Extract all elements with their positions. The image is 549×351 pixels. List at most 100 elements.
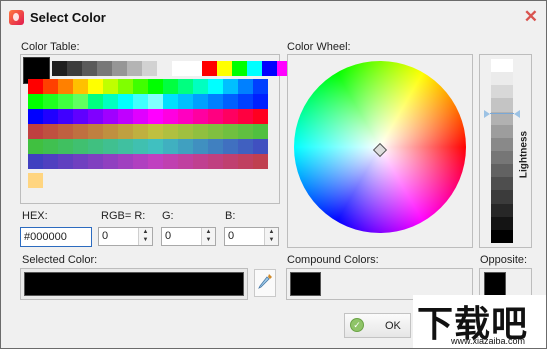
color-table-cell[interactable] [202, 61, 217, 76]
color-table-cell[interactable] [133, 154, 148, 169]
g-spinner[interactable]: 0 ▲ ▼ [161, 227, 216, 246]
color-table-cell[interactable] [43, 94, 58, 109]
color-table-cell[interactable] [148, 94, 163, 109]
color-table-cell[interactable] [88, 139, 103, 154]
color-table-cell[interactable] [28, 139, 43, 154]
color-table-cell[interactable] [253, 109, 268, 124]
color-table-cell[interactable] [223, 109, 238, 124]
hex-input[interactable]: #000000 [20, 227, 92, 247]
color-table-cell[interactable] [193, 124, 208, 139]
color-table-cell[interactable] [178, 94, 193, 109]
color-table-cell[interactable] [178, 79, 193, 94]
color-table-cell[interactable] [88, 94, 103, 109]
color-table-cell[interactable] [148, 124, 163, 139]
color-table-cell[interactable] [163, 124, 178, 139]
color-table-cell[interactable] [208, 109, 223, 124]
b-spinner-arrows[interactable]: ▲ ▼ [264, 228, 278, 245]
color-table-cell[interactable] [223, 94, 238, 109]
color-table-cell[interactable] [262, 61, 277, 76]
spin-up-icon[interactable]: ▲ [139, 228, 152, 236]
ok-button[interactable]: ✓ OK [344, 313, 411, 338]
color-table-cell[interactable] [238, 154, 253, 169]
color-table-cell[interactable] [238, 94, 253, 109]
color-table-cell[interactable] [193, 79, 208, 94]
color-table-cell[interactable] [238, 79, 253, 94]
color-table-cell[interactable] [28, 109, 43, 124]
color-table-cell[interactable] [253, 94, 268, 109]
color-table-cell[interactable] [223, 139, 238, 154]
color-table-cell[interactable] [232, 61, 247, 76]
opposite-color-swatch[interactable] [484, 272, 506, 296]
color-table-cell[interactable] [52, 61, 67, 76]
color-table-cell[interactable] [88, 109, 103, 124]
color-table-cell[interactable] [253, 124, 268, 139]
spin-down-icon[interactable]: ▼ [202, 236, 215, 244]
color-table-cell[interactable] [223, 124, 238, 139]
color-table-cell[interactable] [172, 61, 187, 76]
color-table-cell[interactable] [193, 139, 208, 154]
color-table-cell[interactable] [73, 109, 88, 124]
color-table-custom-cell[interactable] [28, 173, 43, 188]
color-table-cell[interactable] [58, 94, 73, 109]
color-table-cell[interactable] [118, 94, 133, 109]
color-table-cell[interactable] [193, 109, 208, 124]
color-table-cell[interactable] [28, 124, 43, 139]
color-table-cell[interactable] [133, 139, 148, 154]
color-table-cell[interactable] [133, 94, 148, 109]
color-table-cell[interactable] [28, 94, 43, 109]
color-table-cell[interactable] [73, 139, 88, 154]
color-table-cell[interactable] [118, 124, 133, 139]
color-table-cell[interactable] [163, 154, 178, 169]
color-table-cell[interactable] [223, 154, 238, 169]
color-table-cell[interactable] [103, 109, 118, 124]
color-table-cell[interactable] [178, 124, 193, 139]
compound-color-swatch[interactable] [290, 272, 321, 296]
color-table-cell[interactable] [118, 139, 133, 154]
close-icon[interactable]: ✕ [524, 7, 538, 27]
color-table-cell[interactable] [163, 139, 178, 154]
color-table-cell[interactable] [223, 79, 238, 94]
color-table-cell[interactable] [103, 124, 118, 139]
color-table-cell[interactable] [238, 124, 253, 139]
color-table-cell[interactable] [73, 154, 88, 169]
eyedropper-button[interactable] [254, 269, 276, 297]
color-table-cell[interactable] [187, 61, 202, 76]
color-table-cell[interactable] [28, 154, 43, 169]
color-table-cell[interactable] [148, 109, 163, 124]
color-table-cell[interactable] [103, 139, 118, 154]
color-table-cell[interactable] [163, 109, 178, 124]
color-table-cell[interactable] [148, 139, 163, 154]
color-table-cell[interactable] [118, 79, 133, 94]
b-spinner[interactable]: 0 ▲ ▼ [224, 227, 279, 246]
color-table-cell[interactable] [103, 154, 118, 169]
color-table-cell[interactable] [97, 61, 112, 76]
color-table-cell[interactable] [73, 79, 88, 94]
color-table-cell[interactable] [208, 154, 223, 169]
color-table-cell[interactable] [133, 109, 148, 124]
color-table-cell[interactable] [73, 94, 88, 109]
color-table-cell[interactable] [193, 154, 208, 169]
color-table-cell[interactable] [208, 124, 223, 139]
color-table-cell[interactable] [127, 61, 142, 76]
r-spinner[interactable]: 0 ▲ ▼ [98, 227, 153, 246]
color-table-cell[interactable] [58, 109, 73, 124]
lightness-slider[interactable] [491, 59, 513, 244]
color-table-cell[interactable] [103, 94, 118, 109]
color-table-cell[interactable] [178, 109, 193, 124]
color-table-cell[interactable] [88, 79, 103, 94]
color-table-cell[interactable] [208, 139, 223, 154]
color-table-cell[interactable] [58, 139, 73, 154]
color-table-cell[interactable] [118, 109, 133, 124]
color-table-cell[interactable] [88, 154, 103, 169]
color-table-cell[interactable] [178, 139, 193, 154]
color-table-cell[interactable] [208, 94, 223, 109]
color-table-cell[interactable] [193, 94, 208, 109]
color-table-cell[interactable] [73, 124, 88, 139]
color-table-cell[interactable] [238, 139, 253, 154]
color-table-cell[interactable] [43, 124, 58, 139]
color-table-cell[interactable] [58, 124, 73, 139]
color-table-cell[interactable] [253, 154, 268, 169]
color-table-cell[interactable] [238, 109, 253, 124]
color-table-cell[interactable] [217, 61, 232, 76]
color-table-cell[interactable] [178, 154, 193, 169]
